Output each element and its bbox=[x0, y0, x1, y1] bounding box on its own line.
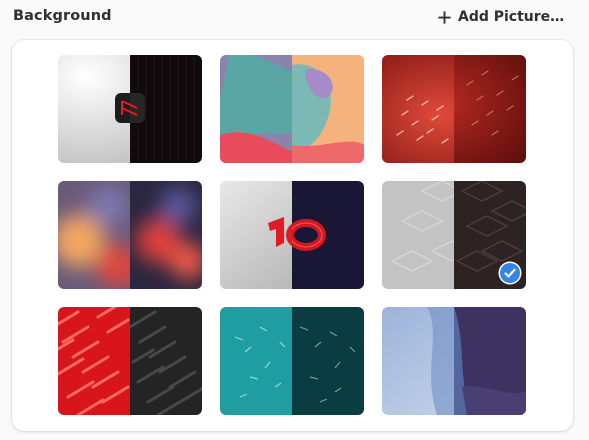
dark-variant bbox=[130, 55, 202, 163]
light-variant bbox=[220, 181, 292, 289]
dark-variant bbox=[292, 181, 364, 289]
light-variant bbox=[58, 181, 130, 289]
dark-variant bbox=[130, 307, 202, 415]
dark-variant bbox=[130, 181, 202, 289]
plus-icon bbox=[438, 10, 451, 24]
background-thumb-5[interactable] bbox=[220, 181, 364, 289]
add-picture-button[interactable]: Add Picture… bbox=[437, 5, 564, 29]
dark-variant bbox=[454, 307, 526, 415]
dark-variant bbox=[292, 55, 364, 163]
background-thumb-1[interactable] bbox=[58, 55, 202, 163]
light-variant bbox=[382, 55, 454, 163]
background-header: Background Add Picture… bbox=[0, 0, 589, 36]
background-grid bbox=[12, 40, 573, 431]
background-thumb-3[interactable] bbox=[382, 55, 526, 163]
light-variant bbox=[58, 55, 130, 163]
background-thumb-7[interactable] bbox=[58, 307, 202, 415]
dark-variant bbox=[454, 55, 526, 163]
add-picture-label: Add Picture… bbox=[458, 9, 565, 25]
dark-variant bbox=[292, 307, 364, 415]
light-variant bbox=[382, 181, 454, 289]
light-variant bbox=[220, 55, 292, 163]
background-thumb-2[interactable] bbox=[220, 55, 364, 163]
selected-check-icon bbox=[500, 263, 520, 283]
background-thumb-8[interactable] bbox=[220, 307, 364, 415]
section-title: Background bbox=[13, 8, 112, 24]
background-thumb-6[interactable] bbox=[382, 181, 526, 289]
light-variant bbox=[58, 307, 130, 415]
light-variant bbox=[220, 307, 292, 415]
background-thumb-4[interactable] bbox=[58, 181, 202, 289]
background-thumb-9[interactable] bbox=[382, 307, 526, 415]
light-variant bbox=[382, 307, 454, 415]
